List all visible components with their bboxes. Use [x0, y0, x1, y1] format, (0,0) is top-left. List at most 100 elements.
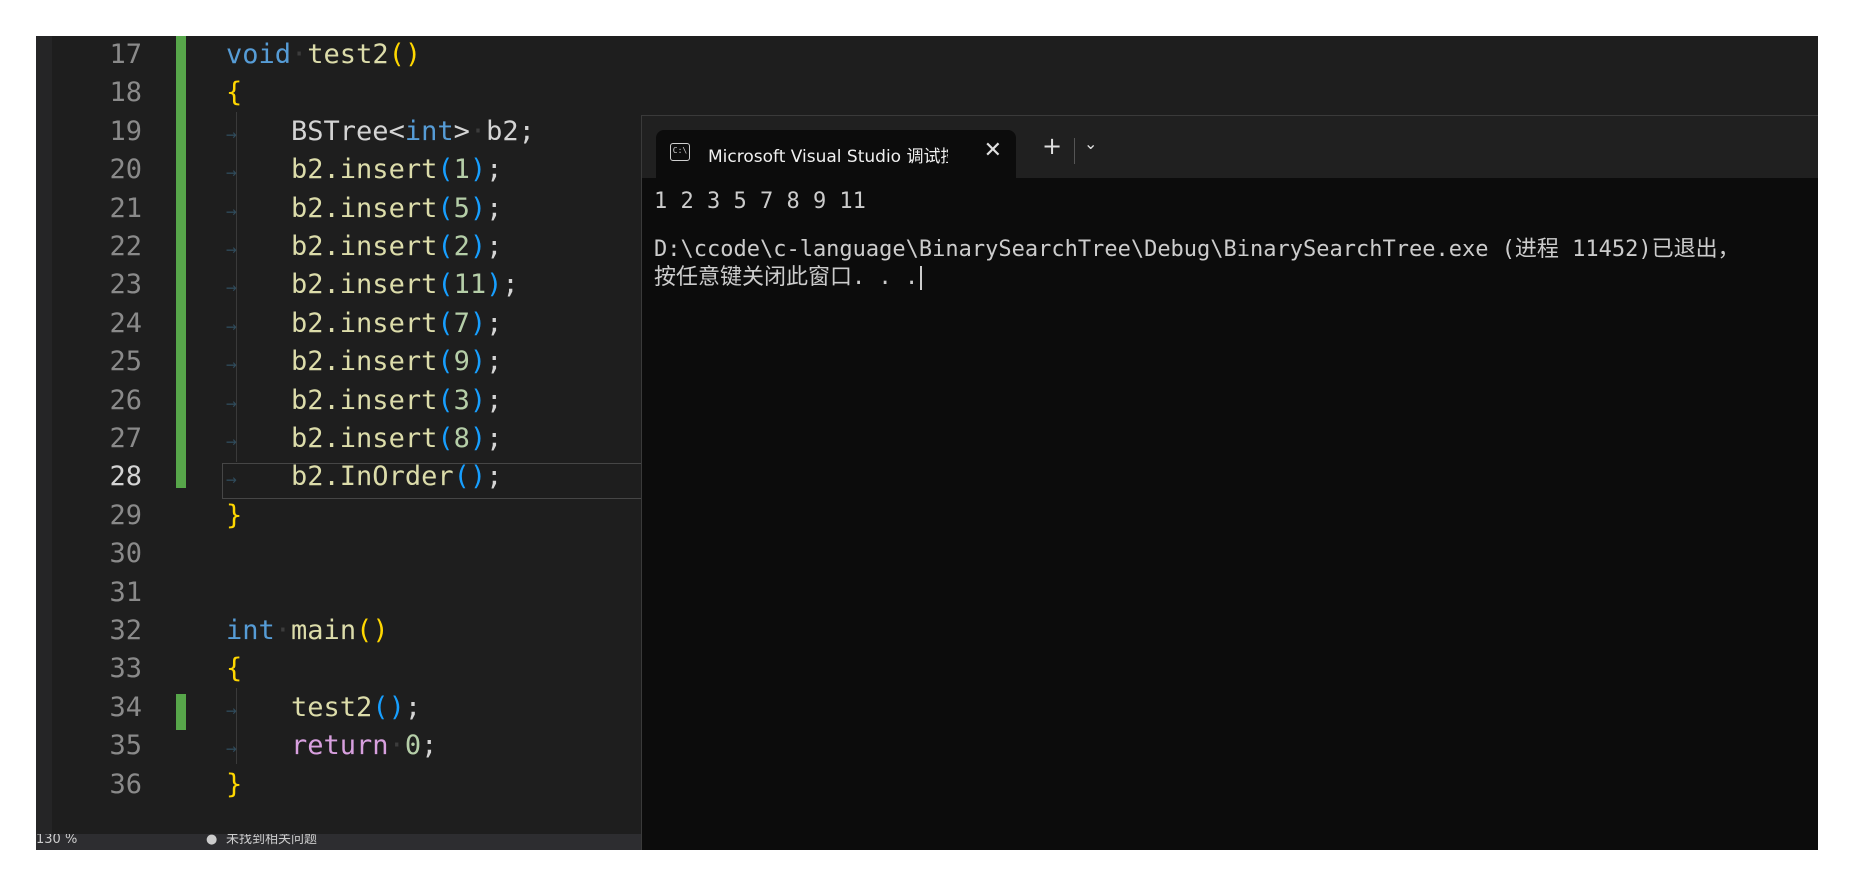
semicolon-token: ;: [486, 231, 503, 262]
chevron-down-icon[interactable]: ⌄: [1084, 134, 1097, 153]
line-number: 22: [109, 231, 142, 262]
paren-token: ): [469, 423, 487, 454]
terminal-titlebar[interactable]: C:\ Microsoft Visual Studio 调试控制台 ✕ + ⌄: [642, 116, 1818, 178]
close-icon[interactable]: ✕: [984, 138, 1002, 163]
semicolon-token: ;: [421, 730, 438, 762]
call-token: b2.insert: [291, 154, 438, 186]
line-number: 34: [109, 691, 142, 723]
line-number: 24: [109, 307, 142, 339]
line-number: 27: [109, 423, 142, 454]
paren-token: (: [437, 346, 454, 378]
tab-arrow-icon: →: [226, 200, 259, 222]
number-token: 7: [453, 307, 470, 339]
keyword-token: void: [226, 39, 292, 70]
paren-token: (: [437, 154, 454, 186]
number-token: 1: [453, 154, 470, 186]
paren-token: (): [356, 615, 389, 646]
change-indicator-bar: [176, 36, 186, 488]
function-token: test2: [291, 691, 373, 723]
angle-token: >: [453, 115, 470, 147]
line-number: 30: [109, 538, 142, 570]
variable-token: b2;: [486, 115, 535, 147]
tab-title: Microsoft Visual Studio 调试控制台: [708, 147, 948, 167]
tab-arrow-icon: →: [226, 699, 259, 721]
semicolon-token: ;: [502, 269, 519, 301]
paren-token: ): [469, 154, 487, 186]
console-output-line: D:\ccode\c-language\BinarySearchTree\Deb…: [654, 237, 1740, 262]
line-number-gutter: 17 18 19 20 21 22 23 24 25 26 27 28 29 3…: [52, 36, 142, 850]
tab-arrow-icon: →: [226, 469, 259, 491]
issues-status[interactable]: 未找到相关问题: [226, 834, 317, 848]
tab-arrow-icon: →: [226, 431, 259, 452]
line-number: 25: [109, 346, 142, 378]
code-line: {: [226, 650, 242, 688]
status-ok-icon: ●: [206, 834, 218, 847]
console-output-line: 1 2 3 5 7 8 9 11: [654, 189, 866, 214]
paren-token: ): [486, 269, 503, 301]
screenshot-frame: 17 18 19 20 21 22 23 24 25 26 27 28 29 3…: [36, 36, 1818, 850]
code-line: }: [226, 497, 242, 535]
code-line: {: [226, 74, 242, 112]
code-line: → b2.insert(1);: [226, 151, 502, 189]
tab-arrow-icon: →: [226, 239, 259, 260]
line-number: 35: [109, 730, 142, 762]
call-token: b2.insert: [291, 307, 438, 339]
semicolon-token: ;: [486, 346, 503, 378]
text-cursor: [920, 266, 923, 290]
code-line: → b2.insert(8);: [226, 420, 502, 458]
number-token: 9: [453, 346, 470, 378]
function-token: test2: [307, 39, 389, 70]
number-token: 3: [453, 384, 470, 416]
new-tab-button[interactable]: +: [1042, 132, 1062, 160]
number-token: 0: [404, 730, 422, 762]
paren-token: ): [469, 192, 487, 224]
code-line: int·main(): [226, 615, 389, 646]
code-line-current: → b2.InOrder();: [226, 458, 502, 496]
tab-debug-console[interactable]: C:\ Microsoft Visual Studio 调试控制台 ✕: [656, 130, 1016, 178]
keyword-token: return: [291, 730, 389, 762]
paren-token: ): [469, 231, 487, 262]
code-line: → b2.insert(3);: [226, 382, 502, 420]
number-token: 11: [453, 269, 487, 301]
line-number-current: 28: [109, 461, 142, 493]
paren-token: ): [469, 346, 487, 378]
paren-token: (): [453, 461, 487, 493]
paren-token: (: [437, 307, 454, 339]
tab-arrow-icon: →: [226, 315, 259, 337]
line-number: 33: [109, 653, 142, 685]
semicolon-token: ;: [404, 691, 422, 723]
code-line: → test2();: [226, 689, 421, 727]
angle-token: <: [388, 115, 405, 147]
brace-token: {: [226, 653, 243, 685]
brace-token: }: [226, 499, 243, 531]
semicolon-token: ;: [486, 384, 503, 416]
debug-console-window[interactable]: C:\ Microsoft Visual Studio 调试控制台 ✕ + ⌄ …: [641, 115, 1818, 850]
zoom-level[interactable]: 130 %: [36, 834, 77, 848]
semicolon-token: ;: [486, 461, 503, 493]
code-line: }: [226, 766, 242, 804]
console-output-line: 按任意键关闭此窗口. . .: [654, 264, 923, 292]
brace-token: {: [226, 77, 243, 109]
line-number: 32: [109, 615, 142, 646]
line-number: 19: [109, 115, 142, 147]
paren-token: (: [437, 192, 454, 224]
semicolon-token: ;: [486, 423, 503, 454]
call-token: b2.insert: [291, 346, 438, 378]
code-line: → return·0;: [226, 730, 438, 762]
call-token: b2.insert: [291, 423, 438, 454]
line-number: 17: [109, 39, 142, 70]
semicolon-token: ;: [486, 307, 503, 339]
line-number: 31: [109, 576, 142, 608]
paren-token: (): [388, 39, 422, 70]
code-line: → b2.insert(9);: [226, 343, 502, 381]
call-token: b2.insert: [291, 192, 438, 224]
console-prompt-text: 按任意键关闭此窗口. . .: [654, 265, 919, 290]
code-line: → b2.insert(5);: [226, 190, 502, 228]
line-number: 20: [109, 154, 142, 186]
paren-token: ): [469, 384, 487, 416]
paren-token: (: [437, 231, 454, 262]
keyword-token: int: [404, 115, 454, 147]
paren-token: (: [437, 423, 454, 454]
number-token: 8: [453, 423, 470, 454]
line-number: 29: [109, 499, 142, 531]
